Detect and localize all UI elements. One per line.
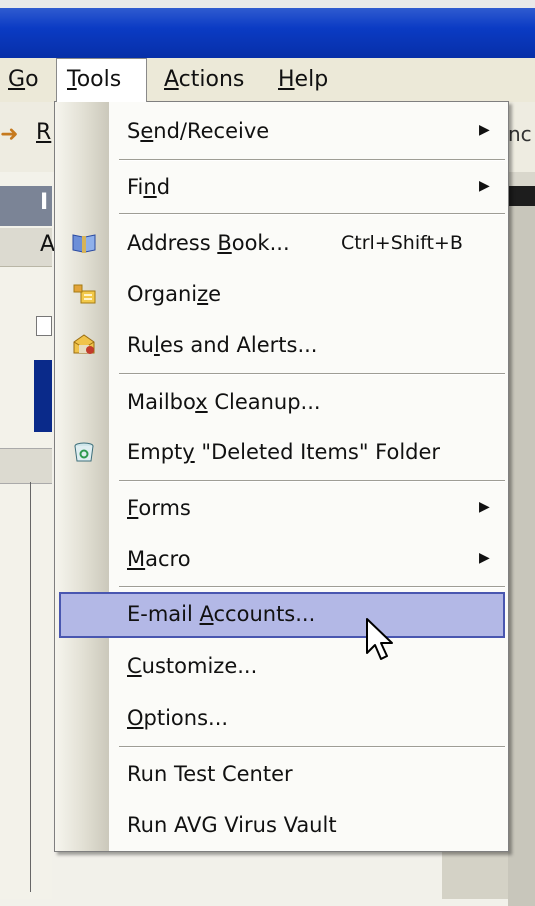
left-pane-column-header[interactable]: A [0,228,56,267]
menu-separator [119,480,505,482]
menu-separator [119,159,505,161]
organize-icon [71,282,97,306]
menu-item-label: Rules and Alerts... [127,333,318,357]
toolbar-text-clipped: nc [508,122,532,146]
menu-item-label: Forms [127,496,191,520]
menu-item-organize[interactable]: Organize [55,270,508,320]
menu-item-customize[interactable]: Customize... [55,642,508,692]
menu-item-macro[interactable]: Macro ▶ [55,535,508,585]
right-pane-footer [442,850,508,899]
menu-item-send-receive[interactable]: Send/Receive ▶ [55,107,508,157]
divider [30,482,31,892]
submenu-arrow-icon: ▶ [479,499,490,515]
menu-item-run-test-center[interactable]: Run Test Center [55,750,508,800]
left-pane: I A [0,172,56,899]
left-pane-column-text: A [40,232,56,257]
menu-actions[interactable]: Actions [154,58,254,102]
right-pane-header [508,186,535,206]
right-pane-body [508,206,535,906]
menu-separator [119,746,505,748]
menu-item-label: E-mail Accounts... [127,602,316,626]
menu-item-run-avg-virus-vault[interactable]: Run AVG Virus Vault [55,801,508,851]
selected-row[interactable] [34,360,52,432]
submenu-arrow-icon: ▶ [479,550,490,566]
menu-item-empty-deleted[interactable]: Empty "Deleted Items" Folder [55,428,508,478]
menu-item-shortcut: Ctrl+Shift+B [341,232,463,254]
menu-item-label: Empty "Deleted Items" Folder [127,440,441,464]
menu-item-label: Run Test Center [127,762,293,786]
recycle-bin-icon [71,440,97,464]
tools-menu: Send/Receive ▶ Find ▶ Address Book... Ct… [54,101,509,852]
menu-item-rules-alerts[interactable]: Rules and Alerts... [55,321,508,371]
menu-item-label: Options... [127,706,229,730]
menu-separator [119,373,505,375]
reply-icon[interactable]: ➜ [0,122,18,147]
left-pane-header-text: I [40,190,49,215]
toolbar-button-clipped[interactable]: R [36,120,51,145]
address-book-icon [71,231,97,255]
menu-separator [119,586,505,588]
menu-item-label: Run AVG Virus Vault [127,813,337,837]
left-pane-header: I [0,186,52,226]
menu-bar: Go Tools Actions Help [0,58,535,103]
menu-item-find[interactable]: Find ▶ [55,163,508,213]
menu-item-label: Organize [127,282,222,306]
menu-separator [119,213,505,215]
menu-item-label: Macro [127,547,191,571]
left-pane-bar [0,448,52,484]
menu-tools[interactable]: Tools [56,58,147,102]
menu-item-label: Address Book... [127,231,290,255]
mouse-pointer-icon [366,618,393,660]
menu-item-address-book[interactable]: Address Book... Ctrl+Shift+B [55,219,508,269]
window-title-bar [0,0,535,58]
right-pane [508,172,535,906]
submenu-arrow-icon: ▶ [479,178,490,194]
menu-item-mailbox-cleanup[interactable]: Mailbox Cleanup... [55,378,508,428]
menu-item-label: Find [127,175,171,199]
menu-item-label: Customize... [127,654,258,678]
expand-box[interactable] [36,316,52,336]
menu-go[interactable]: Go [0,58,49,102]
menu-help[interactable]: Help [268,58,338,102]
menu-item-email-accounts[interactable]: E-mail Accounts... [55,590,508,640]
rules-alerts-icon [71,333,97,357]
submenu-arrow-icon: ▶ [479,122,490,138]
menu-item-label: Send/Receive [127,119,270,143]
menu-item-forms[interactable]: Forms ▶ [55,484,508,534]
menu-item-label: Mailbox Cleanup... [127,390,321,414]
menu-item-options[interactable]: Options... [55,694,508,744]
